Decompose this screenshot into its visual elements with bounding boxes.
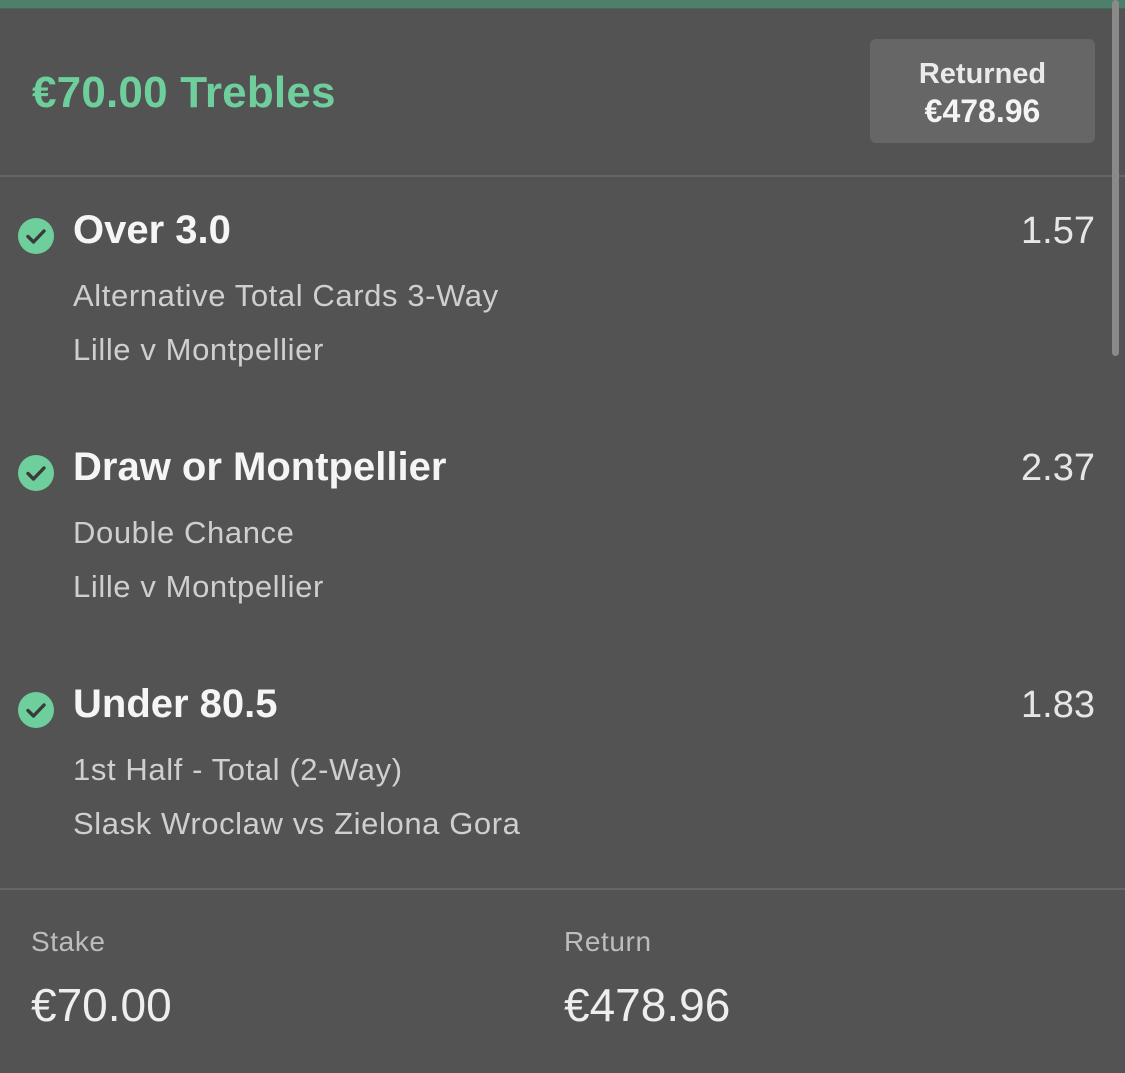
selection-name: Draw or Montpellier xyxy=(73,445,447,489)
selection-odds: 1.83 xyxy=(1021,684,1095,726)
scrollbar[interactable] xyxy=(1109,0,1125,1071)
selection-item: Under 80.5 1.83 1st Half - Total (2-Way)… xyxy=(0,672,1125,872)
selection-market: Double Chance xyxy=(73,515,295,550)
bet-summary-footer: Stake €70.00 Return €478.96 xyxy=(0,888,1125,1073)
selection-market: 1st Half - Total (2-Way) xyxy=(73,752,403,787)
selection-event: Lille v Montpellier xyxy=(73,332,324,367)
stake-value: €70.00 xyxy=(31,979,172,1031)
selection-item: Draw or Montpellier 2.37 Double Chance L… xyxy=(0,435,1125,635)
selection-item: Over 3.0 1.57 Alternative Total Cards 3-… xyxy=(0,198,1125,398)
check-circle-icon xyxy=(18,455,54,491)
bet-title: €70.00 Trebles xyxy=(32,68,336,117)
selection-odds: 1.57 xyxy=(1021,210,1095,252)
returned-amount: €478.96 xyxy=(924,93,1041,129)
selection-odds: 2.37 xyxy=(1021,447,1095,489)
returned-badge: Returned €478.96 xyxy=(870,39,1095,143)
selection-name: Under 80.5 xyxy=(73,682,278,726)
bet-header: €70.00 Trebles Returned €478.96 xyxy=(0,8,1125,177)
check-circle-icon xyxy=(18,692,54,728)
selection-event: Slask Wroclaw vs Zielona Gora xyxy=(73,806,521,841)
return-label: Return xyxy=(564,926,652,957)
selection-market: Alternative Total Cards 3-Way xyxy=(73,278,499,313)
returned-label: Returned xyxy=(918,58,1047,90)
stake-label: Stake xyxy=(31,926,106,957)
selection-event: Lille v Montpellier xyxy=(73,569,324,604)
scrollbar-thumb[interactable] xyxy=(1112,0,1119,356)
return-value: €478.96 xyxy=(564,979,731,1031)
check-circle-icon xyxy=(18,218,54,254)
selection-name: Over 3.0 xyxy=(73,208,231,252)
